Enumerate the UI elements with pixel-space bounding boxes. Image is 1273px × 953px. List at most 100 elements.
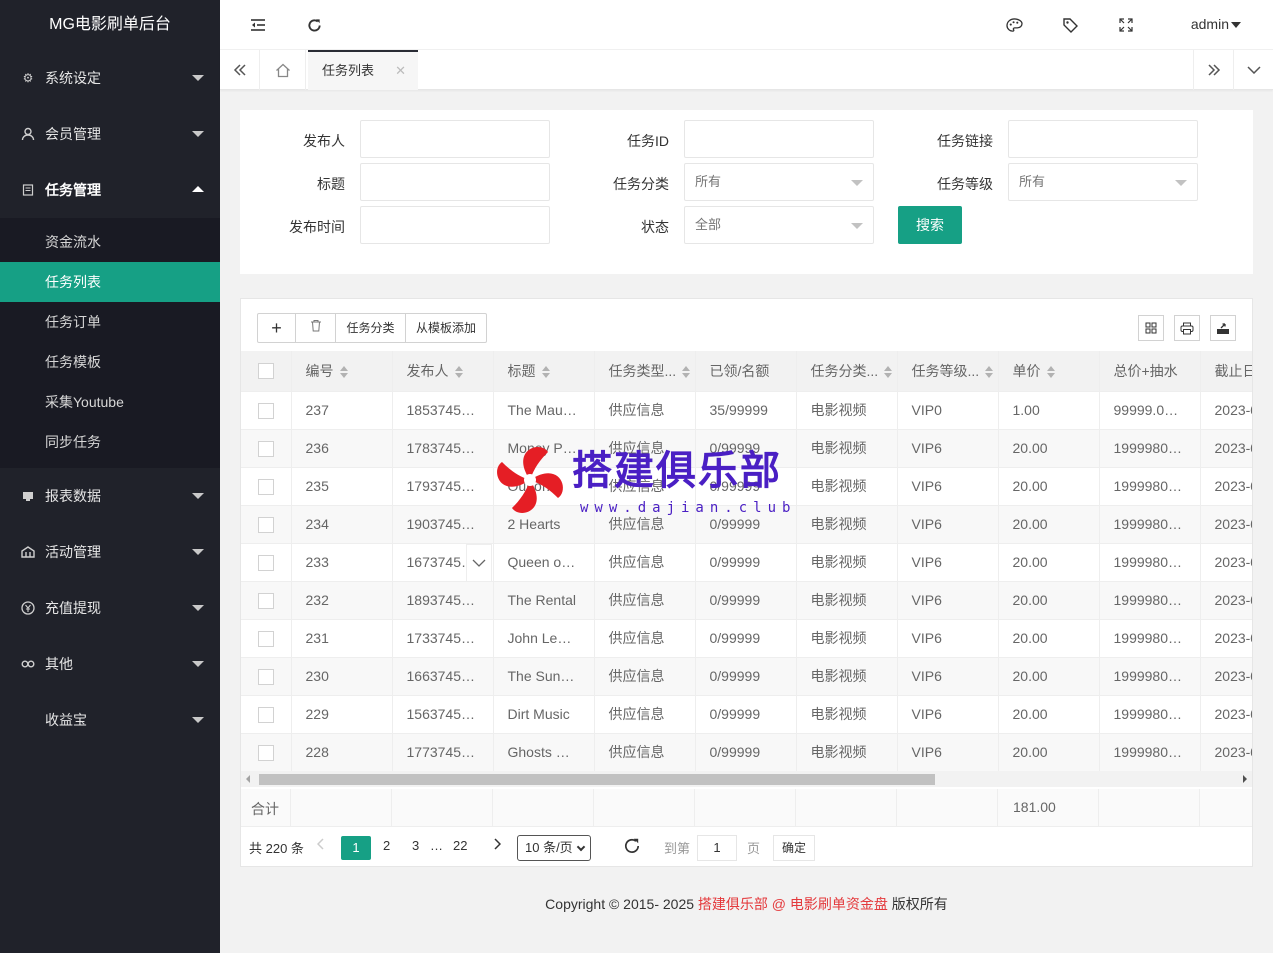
table-row[interactable]: 230 1663745… The Sun… 供应信息 0/99999 电影视频 VIP6 20…: [241, 657, 1252, 696]
col-type-header[interactable]: 任务类型...: [594, 351, 696, 392]
row-checkbox[interactable]: [241, 581, 292, 620]
table-cell: 2023-0: [1200, 391, 1252, 430]
sidebar-item-earnings[interactable]: 收益宝: [0, 692, 220, 748]
table-cell: 230: [291, 657, 393, 696]
row-checkbox[interactable]: [241, 391, 292, 430]
next-page-icon[interactable]: [493, 838, 502, 853]
level-select[interactable]: 所有: [1008, 163, 1198, 201]
title-input[interactable]: [360, 163, 550, 201]
status-select[interactable]: 全部: [684, 206, 874, 244]
export-icon[interactable]: [1210, 315, 1236, 341]
horizontal-scrollbar[interactable]: [241, 771, 1252, 787]
table-cell: 供应信息: [594, 619, 696, 658]
sidebar-item-reports[interactable]: 报表数据: [0, 468, 220, 524]
print-icon[interactable]: [1174, 315, 1200, 341]
close-icon[interactable]: ✕: [395, 52, 406, 90]
add-button[interactable]: +: [258, 314, 296, 342]
sidebar-subitem-collect-youtube[interactable]: 采集Youtube: [0, 382, 220, 422]
publish-time-input[interactable]: [360, 206, 550, 244]
sidebar-item-system[interactable]: ⚙ 系统设定: [0, 50, 220, 106]
col-title-header[interactable]: 标题: [493, 351, 595, 392]
table-row[interactable]: 229 1563745… Dirt Music 供应信息 0/99999 电影视频 VIP6…: [241, 695, 1252, 734]
row-checkbox[interactable]: [241, 733, 292, 771]
sidebar-item-members[interactable]: 会员管理: [0, 106, 220, 162]
table-cell: 2023-0: [1200, 657, 1252, 696]
task-category-button[interactable]: 任务分类: [336, 314, 406, 342]
task-link-input[interactable]: [1008, 120, 1198, 158]
page-3[interactable]: 3: [412, 838, 419, 853]
goto-page-input[interactable]: 1: [697, 835, 737, 861]
sidebar-subitem-task-list[interactable]: 任务列表: [0, 262, 220, 302]
add-from-template-button[interactable]: 从模板添加: [406, 314, 486, 342]
category-select[interactable]: 所有: [684, 163, 874, 201]
sort-icon: [454, 366, 463, 379]
tab-task-list[interactable]: 任务列表 ✕: [308, 50, 418, 90]
page-size-select[interactable]: 10 条/页: [517, 835, 591, 861]
page-2[interactable]: 2: [383, 838, 390, 853]
table-cell: 电影视频: [796, 391, 898, 430]
table-cell: 20.00: [998, 467, 1100, 506]
row-dropdown-button[interactable]: [466, 544, 492, 582]
row-checkbox[interactable]: [241, 657, 292, 696]
select-all-checkbox[interactable]: [241, 351, 292, 392]
prev-page-icon[interactable]: [316, 838, 325, 853]
col-level-header[interactable]: 任务等级...: [897, 351, 999, 392]
page-22[interactable]: 22: [453, 838, 467, 853]
sidebar-item-other[interactable]: 其他: [0, 636, 220, 692]
sidebar-item-tasks[interactable]: 任务管理: [0, 162, 220, 218]
col-price-header[interactable]: 单价: [998, 351, 1100, 392]
sidebar-item-label: 报表数据: [45, 488, 101, 504]
table-cell: Queen o…: [493, 543, 595, 582]
refresh-icon[interactable]: [304, 15, 324, 35]
sidebar-item-recharge[interactable]: 充值提现: [0, 580, 220, 636]
col-category-header[interactable]: 任务分类...: [796, 351, 898, 392]
row-checkbox[interactable]: [241, 619, 292, 658]
table-row[interactable]: 233 1673745… Queen o… 供应信息 0/99999 电影视频 VIP6 20…: [241, 543, 1252, 582]
table-row[interactable]: 231 1733745… John Le… 供应信息 0/99999 电影视频 VIP6 20…: [241, 619, 1252, 658]
table-row[interactable]: 228 1773745… Ghosts … 供应信息 0/99999 电影视频 VIP6 20…: [241, 733, 1252, 771]
table-cell: 20.00: [998, 505, 1100, 544]
table-cell: VIP6: [897, 657, 999, 696]
home-tab[interactable]: [260, 50, 306, 90]
table-cell: VIP0: [897, 391, 999, 430]
fullscreen-icon[interactable]: [1116, 15, 1136, 35]
table-cell: VIP6: [897, 733, 999, 771]
menu-toggle-icon[interactable]: [248, 15, 268, 35]
table-row[interactable]: 237 1853745… The Mau… 供应信息 35/99999 电影视频 VIP0 1…: [241, 391, 1252, 430]
sidebar-subitem-fund-flow[interactable]: 资金流水: [0, 222, 220, 262]
table-row[interactable]: 232 1893745… The Rental 供应信息 0/99999 电影视频 VIP6…: [241, 581, 1252, 620]
sidebar-subitem-sync-tasks[interactable]: 同步任务: [0, 422, 220, 462]
table-toolbar: + 任务分类 从模板添加: [241, 299, 1252, 351]
table-cell: 电影视频: [796, 467, 898, 506]
table-cell: 1999980…: [1099, 467, 1201, 506]
sidebar-item-activities[interactable]: 活动管理: [0, 524, 220, 580]
user-menu[interactable]: admin: [1191, 16, 1229, 32]
tabs-scroll-right-icon[interactable]: [1193, 50, 1233, 90]
row-checkbox[interactable]: [241, 467, 292, 506]
theme-palette-icon[interactable]: [1004, 15, 1024, 35]
goto-confirm-button[interactable]: 确定: [773, 835, 815, 861]
tabs-menu-chevron-icon[interactable]: [1233, 50, 1273, 90]
sidebar-subitem-task-orders[interactable]: 任务订单: [0, 302, 220, 342]
refresh-page-icon[interactable]: [623, 837, 641, 858]
scroll-right-icon: [1243, 775, 1247, 783]
chevron-down-icon[interactable]: [1231, 22, 1241, 28]
col-publisher-header[interactable]: 发布人: [392, 351, 494, 392]
delete-button[interactable]: [296, 314, 336, 342]
tabs-scroll-left-icon[interactable]: [220, 50, 260, 90]
sidebar-item-label: 系统设定: [45, 70, 101, 86]
search-button[interactable]: 搜索: [898, 206, 962, 244]
row-checkbox[interactable]: [241, 543, 292, 582]
col-id-header[interactable]: 编号: [291, 351, 393, 392]
tag-icon[interactable]: [1060, 15, 1080, 35]
publisher-input[interactable]: [360, 120, 550, 158]
row-checkbox[interactable]: [241, 505, 292, 544]
scroll-left-icon: [246, 775, 250, 783]
task-id-input[interactable]: [684, 120, 874, 158]
sidebar-subitem-task-templates[interactable]: 任务模板: [0, 342, 220, 382]
row-checkbox[interactable]: [241, 695, 292, 734]
page-1[interactable]: 1: [341, 836, 371, 860]
columns-filter-icon[interactable]: [1138, 315, 1164, 341]
row-checkbox[interactable]: [241, 429, 292, 468]
table-cell: 2023-0: [1200, 619, 1252, 658]
